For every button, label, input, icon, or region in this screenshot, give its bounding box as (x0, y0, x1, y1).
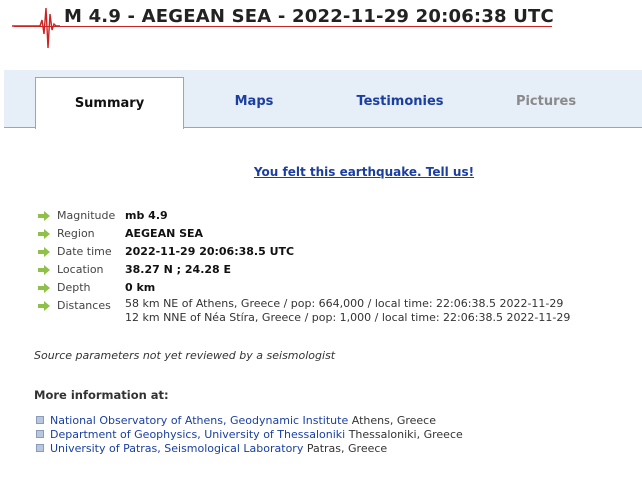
arrow-right-icon (38, 301, 50, 311)
page-title: M 4.9 - AEGEAN SEA - 2022-11-29 20:06:38… (64, 6, 554, 27)
param-value: 38.27 N ; 24.28 E (125, 263, 232, 276)
institute-location: Thessaloniki, Greece (348, 428, 463, 441)
institute-link[interactable]: Department of Geophysics, University of … (50, 428, 345, 441)
arrow-right-icon (38, 283, 50, 293)
distance-line: 58 km NE of Athens, Greece / pop: 664,00… (125, 297, 564, 310)
tab-summary[interactable]: Summary (35, 77, 184, 129)
review-note: Source parameters not yet reviewed by a … (34, 349, 336, 362)
arrow-right-icon (38, 229, 50, 239)
more-info-heading: More information at: (34, 388, 169, 402)
param-value: 2022-11-29 20:06:38.5 UTC (125, 245, 295, 258)
arrow-right-icon (38, 247, 50, 257)
institute-link[interactable]: University of Patras, Seismological Labo… (50, 442, 303, 455)
bullet-square-icon (36, 430, 44, 438)
tab-pictures: Pictures (515, 94, 577, 109)
param-value: 58 km NE of Athens, Greece / pop: 664,00… (125, 297, 570, 325)
param-label: Depth (57, 281, 91, 294)
seismogram-logo-icon (12, 7, 60, 49)
institute-location: Athens, Greece (351, 414, 436, 427)
arrow-right-icon (38, 265, 50, 275)
param-label: Magnitude (57, 209, 116, 222)
tab-testimonies[interactable]: Testimonies (344, 70, 456, 127)
distance-line: 12 km NNE of Néa Stíra, Greece / pop: 1,… (125, 311, 571, 324)
felt-earthquake-link-row: You felt this earthquake. Tell us! (0, 165, 642, 179)
bullet-square-icon (36, 444, 44, 452)
institute-location: Patras, Greece (306, 442, 388, 455)
title-underline (14, 26, 552, 27)
param-value: AEGEAN SEA (125, 227, 204, 240)
tab-maps[interactable]: Maps (204, 70, 304, 127)
bullet-square-icon (36, 416, 44, 424)
arrow-right-icon (38, 211, 50, 221)
page-header: M 4.9 - AEGEAN SEA - 2022-11-29 20:06:38… (0, 0, 642, 56)
institute-link[interactable]: National Observatory of Athens, Geodynam… (50, 414, 348, 427)
tab-bar: Summary Maps Testimonies Pictures (4, 70, 642, 129)
felt-earthquake-link[interactable]: You felt this earthquake. Tell us! (254, 165, 474, 179)
param-value: 0 km (125, 281, 156, 294)
param-label: Region (57, 227, 95, 240)
param-label: Location (57, 263, 104, 276)
param-label: Distances (57, 299, 111, 312)
param-value: mb 4.9 (125, 209, 168, 222)
param-label: Date time (57, 245, 112, 258)
